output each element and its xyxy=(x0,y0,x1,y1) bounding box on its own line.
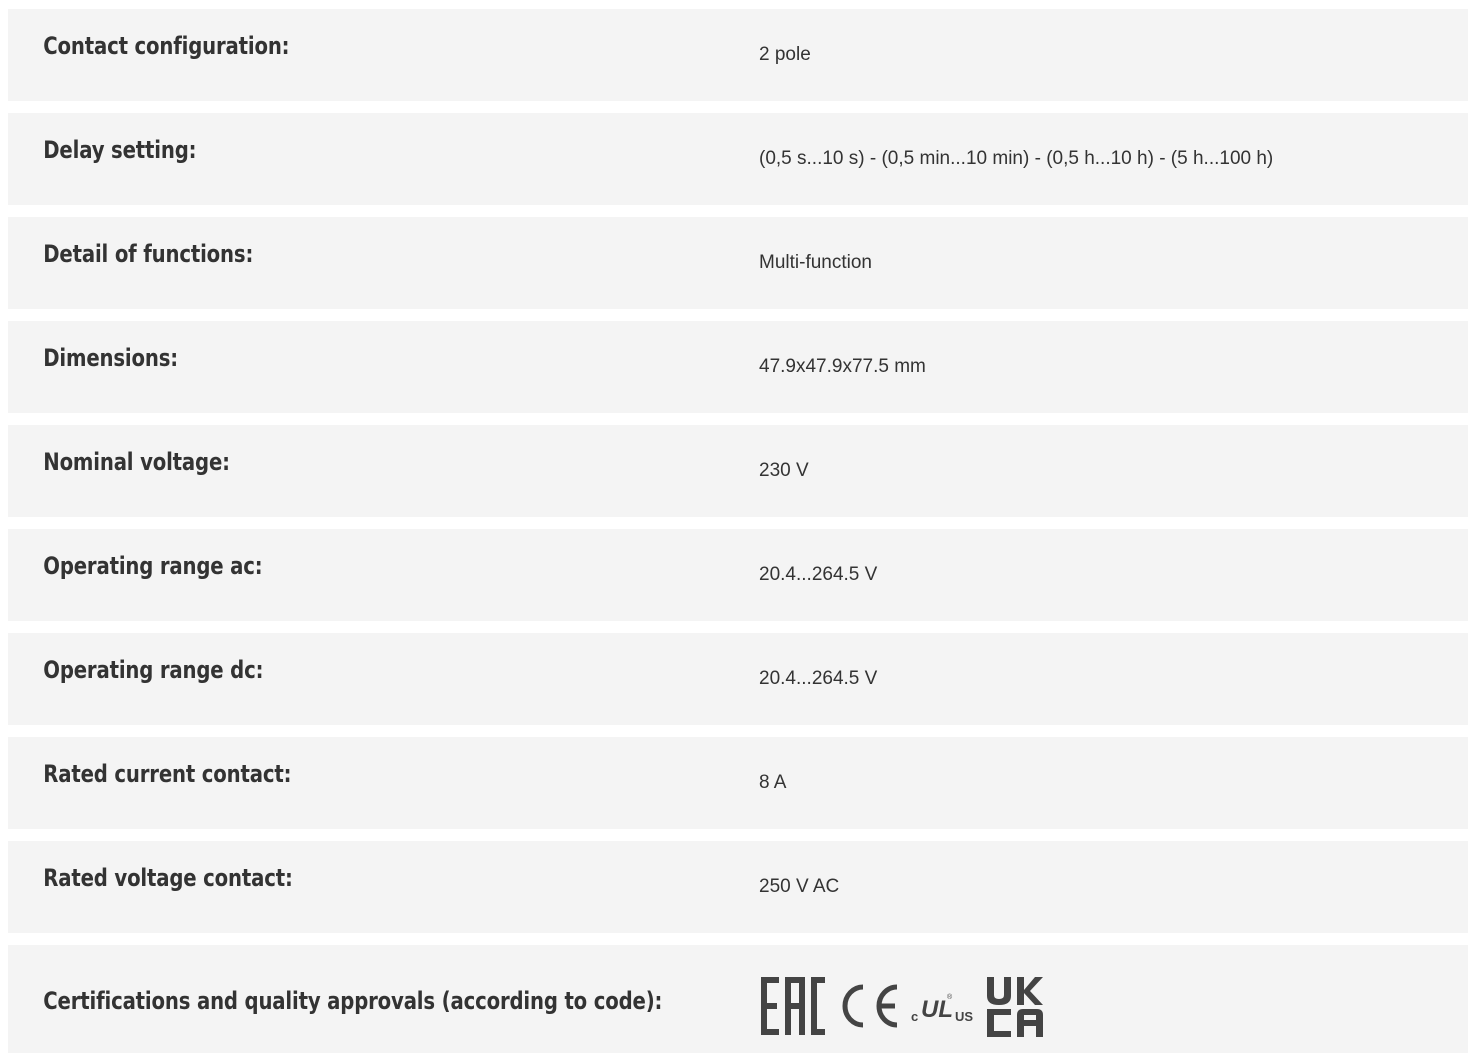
spec-row-operating-range-dc: Operating range dc: 20.4...264.5 V xyxy=(8,633,1468,725)
certification-logos: c UL ® US xyxy=(759,945,1053,1037)
eac-logo xyxy=(761,977,825,1035)
spec-row-rated-voltage-contact: Rated voltage contact: 250 V AC xyxy=(8,841,1468,933)
spec-label: Nominal voltage: xyxy=(43,448,230,476)
spec-label: Rated voltage contact: xyxy=(43,864,293,892)
spec-label: Rated current contact: xyxy=(43,760,292,788)
spec-row-rated-current-contact: Rated current contact: 8 A xyxy=(8,737,1468,829)
spec-label: Operating range dc: xyxy=(43,656,264,684)
spec-value: 250 V AC xyxy=(759,876,840,897)
spec-value: 2 pole xyxy=(759,44,811,65)
svg-text:c: c xyxy=(911,1009,918,1024)
spec-row-nominal-voltage: Nominal voltage: 230 V xyxy=(8,425,1468,517)
spec-value: 230 V xyxy=(759,460,809,481)
specification-table: Contact configuration: 2 pole Delay sett… xyxy=(8,9,1468,1053)
svg-text:®: ® xyxy=(947,993,953,1001)
cul-us-logo: c UL ® US xyxy=(911,993,973,1024)
spec-value: (0,5 s...10 s) - (0,5 min...10 min) - (0… xyxy=(759,148,1274,169)
spec-row-contact-configuration: Contact configuration: 2 pole xyxy=(8,9,1468,101)
spec-row-operating-range-ac: Operating range ac: 20.4...264.5 V xyxy=(8,529,1468,621)
spec-value: 20.4...264.5 V xyxy=(759,564,878,585)
spec-value: 20.4...264.5 V xyxy=(759,668,878,689)
spec-row-detail-of-functions: Detail of functions: Multi-function xyxy=(8,217,1468,309)
ce-logo xyxy=(842,984,898,1028)
ukca-logo xyxy=(987,977,1043,1037)
svg-text:US: US xyxy=(955,1009,973,1024)
spec-label: Delay setting: xyxy=(43,136,197,164)
spec-value: 8 A xyxy=(759,772,787,793)
spec-label: Detail of functions: xyxy=(43,240,254,268)
spec-label: Certifications and quality approvals (ac… xyxy=(43,987,663,1015)
spec-row-delay-setting: Delay setting: (0,5 s...10 s) - (0,5 min… xyxy=(8,113,1468,205)
spec-label: Dimensions: xyxy=(43,344,178,372)
spec-row-dimensions: Dimensions: 47.9x47.9x77.5 mm xyxy=(8,321,1468,413)
spec-value: Multi-function xyxy=(759,252,872,273)
spec-value: 47.9x47.9x77.5 mm xyxy=(759,356,926,377)
spec-label: Operating range ac: xyxy=(43,552,263,580)
spec-row-certifications: Certifications and quality approvals (ac… xyxy=(8,945,1468,1053)
spec-label: Contact configuration: xyxy=(43,32,290,60)
